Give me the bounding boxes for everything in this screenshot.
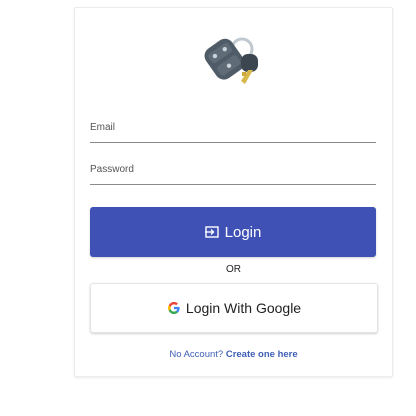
password-field[interactable]: Password bbox=[90, 162, 376, 185]
email-label: Email bbox=[90, 122, 116, 133]
login-button-label: Login bbox=[224, 223, 262, 241]
email-field[interactable]: Email bbox=[90, 120, 376, 143]
login-card: Email Password Login OR Login With Googl… bbox=[74, 7, 393, 377]
google-login-button[interactable]: Login With Google bbox=[90, 283, 378, 333]
password-label: Password bbox=[90, 164, 134, 175]
car-keys-icon bbox=[204, 37, 258, 84]
login-icon bbox=[204, 226, 219, 238]
google-icon bbox=[167, 302, 180, 314]
no-account-text: No Account? bbox=[169, 349, 224, 360]
login-page: Email Password Login OR Login With Googl… bbox=[0, 0, 416, 416]
or-divider: OR bbox=[226, 264, 241, 275]
google-button-label: Login With Google bbox=[185, 300, 302, 316]
signup-prompt: No Account? Create one here bbox=[75, 349, 392, 360]
login-button[interactable]: Login bbox=[90, 207, 376, 257]
create-account-link[interactable]: Create one here bbox=[226, 349, 298, 360]
